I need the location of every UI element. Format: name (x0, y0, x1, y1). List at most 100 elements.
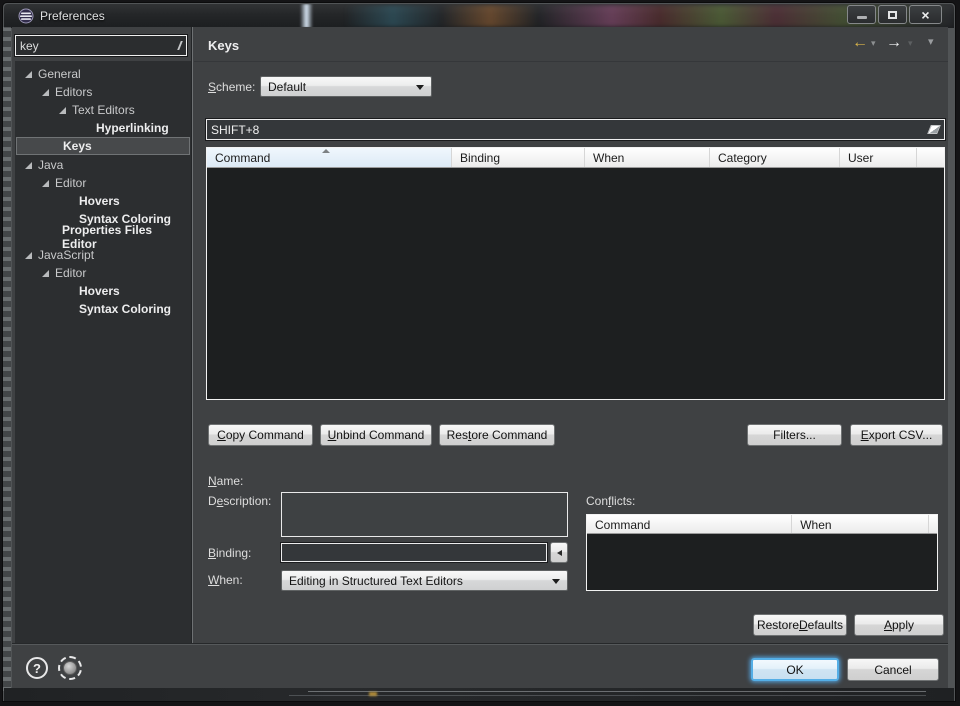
binding-field (281, 543, 547, 562)
header-separator (194, 61, 948, 62)
tree-item-java-hovers[interactable]: Hovers (16, 192, 190, 210)
minimize-button[interactable] (847, 5, 876, 24)
column-header-user[interactable]: User (840, 148, 917, 167)
conflicts-column-command[interactable]: Command (587, 515, 793, 533)
minimize-icon (856, 16, 867, 19)
preferences-tree: General Editors Text Editors Hyperlinkin… (15, 61, 191, 643)
tree-item-label: JavaScript (38, 248, 95, 262)
twistie-expanded-icon[interactable] (59, 106, 66, 114)
name-label: Name: (208, 474, 244, 488)
dialog-body: General Editors Text Editors Hyperlinkin… (12, 27, 948, 690)
preferences-window: Preferences × General Editors (2, 2, 956, 702)
conflicts-table[interactable]: Command When (586, 514, 938, 591)
window-title: Preferences (40, 9, 105, 23)
back-arrow-icon[interactable]: ← (852, 34, 868, 52)
when-select[interactable]: Editing in Structured Text Editors (281, 570, 568, 591)
forward-arrow-icon[interactable]: → (886, 34, 902, 52)
arrow-left-icon (556, 549, 562, 556)
question-mark-icon: ? (33, 660, 41, 676)
page-title: Keys (208, 38, 240, 53)
column-header-filler (917, 148, 944, 167)
filter-box (15, 35, 187, 56)
column-header-command[interactable]: Command (207, 148, 452, 167)
apply-button[interactable]: Apply (854, 614, 944, 636)
twistie-expanded-icon[interactable] (42, 88, 49, 96)
forward-dropdown-icon[interactable]: ▾ (908, 39, 913, 48)
bindings-table[interactable]: Command Binding When Category User (206, 147, 945, 400)
help-button[interactable]: ? (26, 657, 48, 679)
binding-label: Binding: (208, 546, 252, 560)
key-search-box (206, 119, 945, 140)
filter-input[interactable] (16, 38, 179, 53)
clear-search-icon[interactable] (927, 125, 941, 134)
tree-item-label: Text Editors (72, 103, 135, 117)
titlebar-light-streak (300, 4, 313, 28)
view-menu-icon[interactable]: ▾ (928, 37, 934, 48)
column-header-binding[interactable]: Binding (452, 148, 585, 167)
column-header-when[interactable]: When (585, 148, 710, 167)
tree-item-properties-files-editor[interactable]: Properties Files Editor (16, 223, 190, 251)
binding-input[interactable] (282, 544, 546, 562)
sort-ascending-icon (322, 149, 330, 153)
tree-item-label: General (38, 67, 81, 81)
twistie-expanded-icon[interactable] (25, 251, 32, 259)
tree-item-label: Hovers (79, 194, 120, 208)
twistie-expanded-icon[interactable] (25, 70, 32, 78)
description-textarea[interactable] (281, 492, 568, 537)
filters-button[interactable]: Filters... (747, 424, 842, 446)
tree-item-text-editors[interactable]: Text Editors (16, 101, 190, 119)
background-bleed-line (308, 691, 926, 692)
twistie-expanded-icon[interactable] (25, 161, 32, 169)
preference-recorder-button[interactable] (58, 656, 82, 680)
chevron-down-icon (416, 84, 424, 90)
conflicts-table-body[interactable] (587, 534, 937, 590)
restore-defaults-button[interactable]: Restore Defaults (753, 614, 847, 636)
ok-button[interactable]: OK (751, 658, 839, 681)
chevron-down-icon (552, 578, 560, 584)
record-icon (63, 661, 77, 675)
conflicts-label: Conflicts: (586, 494, 636, 508)
tree-item-label: Hovers (79, 284, 120, 298)
cancel-button[interactable]: Cancel (847, 658, 939, 681)
tree-item-java[interactable]: Java (16, 156, 190, 174)
scheme-select[interactable]: Default (260, 76, 432, 97)
back-dropdown-icon[interactable]: ▾ (871, 39, 876, 48)
key-search-input[interactable] (207, 120, 930, 139)
unbind-command-button[interactable]: Unbind Command (320, 424, 432, 446)
maximize-icon (888, 10, 897, 19)
close-button[interactable]: × (909, 5, 942, 24)
titlebar[interactable]: Preferences × (4, 4, 954, 28)
window-bottom-border (4, 688, 954, 701)
sidebar-divider-highlight (192, 27, 193, 644)
window-left-border (3, 27, 11, 691)
tree-item-js-editor[interactable]: Editor (16, 264, 190, 282)
tree-item-label: Hyperlinking (96, 121, 169, 135)
copy-command-button[interactable]: Copy Command (208, 424, 313, 446)
export-csv-button[interactable]: Export CSV... (850, 424, 943, 446)
tree-item-keys[interactable]: Keys (16, 137, 190, 155)
add-key-sequence-button[interactable] (550, 542, 568, 563)
twistie-expanded-icon[interactable] (42, 179, 49, 187)
tree-item-javascript[interactable]: JavaScript (16, 246, 190, 264)
conflicts-table-header: Command When (587, 515, 937, 534)
conflicts-column-filler (929, 515, 937, 533)
tree-item-label: Keys (63, 139, 92, 153)
tree-item-label: Editor (55, 176, 87, 190)
twistie-expanded-icon[interactable] (42, 269, 49, 277)
tree-item-editors[interactable]: Editors (16, 83, 190, 101)
bindings-table-body[interactable] (207, 168, 944, 400)
maximize-button[interactable] (878, 5, 907, 24)
tree-item-js-syntax-coloring[interactable]: Syntax Coloring (16, 300, 190, 318)
column-header-category[interactable]: Category (710, 148, 840, 167)
tree-item-java-editor[interactable]: Editor (16, 174, 190, 192)
scheme-selected-value: Default (268, 79, 307, 94)
close-icon: × (921, 6, 930, 23)
footer-separator-highlight (12, 644, 948, 645)
tree-item-hyperlinking[interactable]: Hyperlinking (16, 119, 190, 137)
tree-item-js-hovers[interactable]: Hovers (16, 282, 190, 300)
conflicts-column-when[interactable]: When (792, 515, 929, 533)
restore-command-button[interactable]: Res t ore Command (439, 424, 555, 446)
tree-item-label: Editor (55, 266, 87, 280)
tree-item-general[interactable]: General (16, 65, 190, 83)
tree-item-label: Syntax Coloring (79, 302, 172, 316)
